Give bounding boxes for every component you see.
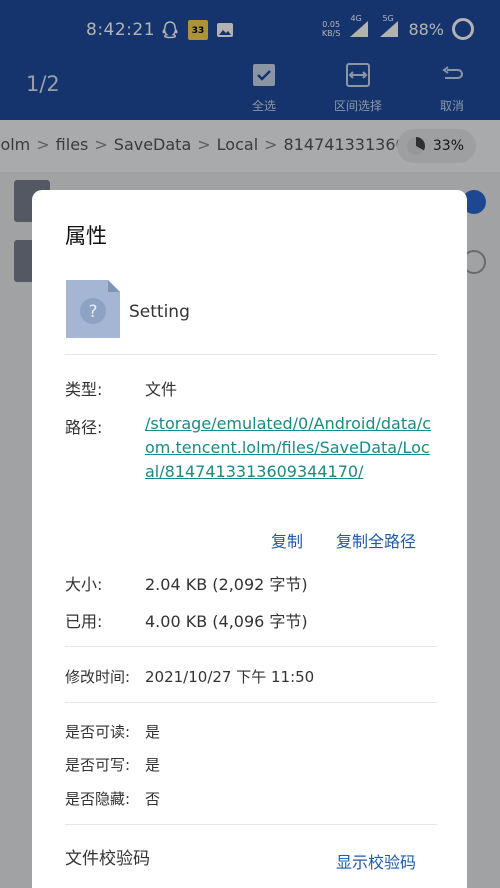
divider [65, 824, 437, 825]
divider [65, 646, 437, 647]
writable-value: 是 [145, 756, 161, 774]
size-value: 2.04 KB (2,092 字节) [145, 575, 308, 594]
modified-label: 修改时间: [65, 668, 131, 686]
writable-label: 是否可写: [65, 756, 131, 774]
properties-dialog: 属性 ? Setting 类型: 文件 路径: /storage/emulate… [32, 190, 467, 888]
path-label: 路径: [65, 418, 103, 437]
used-label: 已用: [65, 612, 103, 631]
size-label: 大小: [65, 575, 103, 594]
copy-button[interactable]: 复制 [271, 528, 303, 552]
file-name: Setting [129, 302, 190, 322]
readable-value: 是 [145, 723, 161, 741]
dialog-title: 属性 [65, 224, 107, 248]
hidden-value: 否 [145, 790, 161, 808]
svg-text:?: ? [88, 302, 97, 322]
copy-full-path-button[interactable]: 复制全路径 [336, 528, 416, 552]
path-link[interactable]: /storage/emulated/0/Android/data/com.ten… [145, 412, 435, 484]
used-value: 4.00 KB (4,096 字节) [145, 612, 308, 631]
divider [65, 354, 437, 355]
show-checksum-button[interactable]: 显示校验码 [336, 849, 416, 873]
type-label: 类型: [65, 380, 103, 399]
divider [65, 702, 437, 703]
readable-label: 是否可读: [65, 723, 131, 741]
modified-value: 2021/10/27 下午 11:50 [145, 668, 315, 686]
type-value: 文件 [145, 380, 178, 399]
unknown-file-icon: ? [66, 280, 120, 338]
checksum-label: 文件校验码 [65, 849, 150, 869]
hidden-label: 是否隐藏: [65, 790, 131, 808]
